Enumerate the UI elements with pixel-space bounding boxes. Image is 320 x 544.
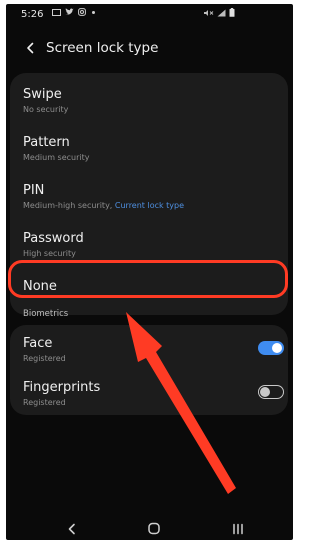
toggle-knob — [260, 386, 270, 397]
biometric-subtitle: Registered — [23, 398, 66, 407]
biometrics-section-title: Biometrics — [23, 309, 69, 319]
lock-option-label: PIN — [23, 183, 45, 198]
nav-recents-icon[interactable] — [228, 520, 248, 538]
lock-option-subtitle: Medium-high security, Current lock type — [23, 201, 184, 210]
biometric-label: Face — [23, 336, 53, 351]
pin-security-level: Medium-high security, — [23, 201, 113, 210]
system-icons — [203, 8, 235, 17]
app-header: Screen lock type — [6, 36, 293, 62]
nav-home-icon[interactable] — [144, 520, 164, 538]
image-icon — [52, 8, 61, 16]
toggle-knob — [272, 343, 282, 353]
navigation-bar — [6, 518, 293, 540]
biometric-label: Fingerprints — [23, 380, 101, 395]
status-time: 5:26 — [21, 9, 44, 20]
fingerprints-toggle[interactable] — [258, 385, 284, 399]
lock-option-password[interactable]: Password High security — [23, 231, 84, 258]
none-option-highlight — [8, 260, 288, 298]
lock-option-label: Pattern — [23, 135, 70, 150]
biometric-fingerprints[interactable]: Fingerprints Registered — [23, 380, 100, 407]
notification-icons — [52, 8, 95, 16]
lock-option-subtitle: No security — [23, 105, 69, 114]
nav-back-icon[interactable] — [62, 520, 82, 538]
back-arrow-icon[interactable] — [22, 39, 38, 57]
lock-option-subtitle: High security — [23, 249, 76, 258]
lock-option-label: Password — [23, 231, 84, 246]
biometric-face[interactable]: Face Registered — [23, 336, 66, 363]
status-bar: 5:26 — [6, 4, 293, 26]
signal-icon — [217, 9, 226, 16]
twitter-icon — [65, 8, 74, 15]
phone-screen: 5:26 Screen lock type Swipe No security … — [6, 4, 293, 540]
lock-option-subtitle: Medium security — [23, 153, 90, 162]
lock-option-swipe[interactable]: Swipe No security — [23, 87, 68, 114]
dot-icon — [92, 10, 95, 14]
biometric-subtitle: Registered — [23, 354, 66, 363]
instagram-icon — [78, 8, 86, 16]
battery-icon — [229, 8, 235, 17]
lock-option-label: Swipe — [23, 87, 62, 102]
page-title: Screen lock type — [46, 40, 159, 56]
lock-option-pattern[interactable]: Pattern Medium security — [23, 135, 89, 162]
lock-option-pin[interactable]: PIN Medium-high security, Current lock t… — [23, 183, 184, 210]
mute-icon — [204, 9, 214, 16]
biometrics-list: Face Registered Fingerprints Registered — [10, 325, 288, 415]
face-toggle[interactable] — [258, 341, 284, 355]
current-lock-type-link: Current lock type — [114, 201, 185, 210]
